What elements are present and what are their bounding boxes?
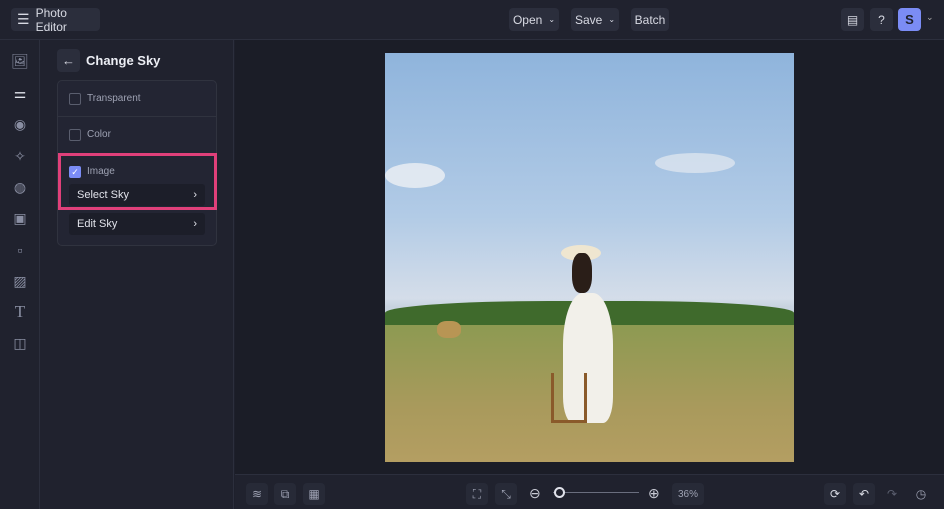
cloud bbox=[655, 153, 735, 173]
chair bbox=[551, 373, 587, 423]
arrow-left-icon: ← bbox=[62, 53, 75, 68]
zoom-out-icon[interactable]: ⊖ bbox=[529, 485, 541, 502]
open-label: Open bbox=[512, 12, 543, 27]
save-button[interactable]: Save ⌄ bbox=[571, 8, 619, 31]
edit-sky-label: Edit Sky bbox=[77, 218, 118, 230]
fit-screen-icon[interactable]: ⛶ bbox=[466, 483, 488, 505]
color-label: Color bbox=[87, 129, 111, 140]
refresh-icon[interactable]: ⟳ bbox=[824, 483, 846, 505]
hamburger-icon: ☰ bbox=[17, 11, 30, 27]
open-button[interactable]: Open ⌄ bbox=[509, 8, 559, 31]
palette-icon[interactable]: ◍ bbox=[11, 178, 29, 196]
text-icon[interactable]: T bbox=[11, 302, 29, 321]
chevron-down-icon: ⌄ bbox=[608, 15, 616, 24]
person-head bbox=[572, 253, 592, 293]
hay-bale bbox=[437, 321, 461, 338]
actual-size-icon[interactable]: ⤡ bbox=[495, 483, 517, 505]
chevron-down-icon: ⌄ bbox=[548, 15, 556, 24]
eye-icon[interactable]: ◉ bbox=[11, 115, 29, 133]
overlay-icon[interactable]: ◫ bbox=[11, 334, 29, 352]
menu-button[interactable]: ☰ Photo Editor bbox=[11, 5, 100, 34]
chevron-down-icon[interactable]: ⌄ bbox=[926, 12, 934, 23]
transparent-checkbox[interactable] bbox=[69, 93, 81, 105]
history-icon[interactable]: ◷ bbox=[910, 483, 932, 505]
adjust-icon[interactable]: ⚌ bbox=[11, 84, 29, 102]
tool-sidebar: 🖼 ⚌ ◉ ✧ ◍ ▣ ▫ ▨ T ◫ bbox=[0, 40, 40, 509]
duplicate-icon[interactable]: ⧉ bbox=[274, 483, 296, 505]
zoom-in-icon[interactable]: ⊕ bbox=[648, 485, 660, 502]
effects-icon[interactable]: ✧ bbox=[11, 147, 29, 165]
frame-icon[interactable]: ▣ bbox=[11, 209, 29, 227]
save-label: Save bbox=[574, 12, 603, 27]
change-sky-panel: ← Change Sky Transparent Color ✓ Image S… bbox=[40, 40, 234, 509]
back-button[interactable]: ← bbox=[57, 49, 80, 72]
color-checkbox[interactable] bbox=[69, 129, 81, 141]
texture-icon[interactable]: ▨ bbox=[11, 272, 29, 290]
zoom-slider-handle[interactable] bbox=[554, 487, 565, 498]
bottom-toolbar: ≋ ⧉ ▦ ⛶ ⤡ ⊖ ⊕ 36% ⟳ ↶ ↷ ◷ bbox=[235, 474, 944, 509]
photo[interactable] bbox=[385, 53, 794, 462]
zoom-value[interactable]: 36% bbox=[672, 483, 704, 505]
top-bar: ☰ Photo Editor Open ⌄ Save ⌄ Batch ▤ ? S ⌄ bbox=[0, 0, 944, 40]
grid-icon[interactable]: ▦ bbox=[303, 483, 325, 505]
avatar[interactable]: S bbox=[898, 8, 921, 31]
feedback-icon[interactable]: ▤ bbox=[841, 8, 864, 31]
cloud bbox=[385, 163, 445, 188]
chevron-right-icon: › bbox=[193, 218, 197, 230]
layers-icon[interactable]: ≋ bbox=[246, 483, 268, 505]
undo-icon[interactable]: ↶ bbox=[853, 483, 875, 505]
edit-sky-button[interactable]: Edit Sky › bbox=[69, 213, 205, 235]
redo-icon[interactable]: ↷ bbox=[881, 483, 903, 505]
canvas-area[interactable] bbox=[235, 40, 944, 474]
batch-button[interactable]: Batch bbox=[631, 8, 669, 31]
panel-title: Change Sky bbox=[86, 53, 161, 68]
zoom-slider[interactable] bbox=[553, 487, 639, 498]
divider bbox=[58, 116, 216, 117]
graphics-icon[interactable]: ▫ bbox=[11, 241, 29, 259]
help-icon[interactable]: ? bbox=[870, 8, 893, 31]
app-title: Photo Editor bbox=[35, 5, 67, 34]
transparent-label: Transparent bbox=[87, 93, 141, 104]
highlight-box bbox=[58, 153, 217, 210]
image-icon[interactable]: 🖼 bbox=[11, 52, 29, 70]
